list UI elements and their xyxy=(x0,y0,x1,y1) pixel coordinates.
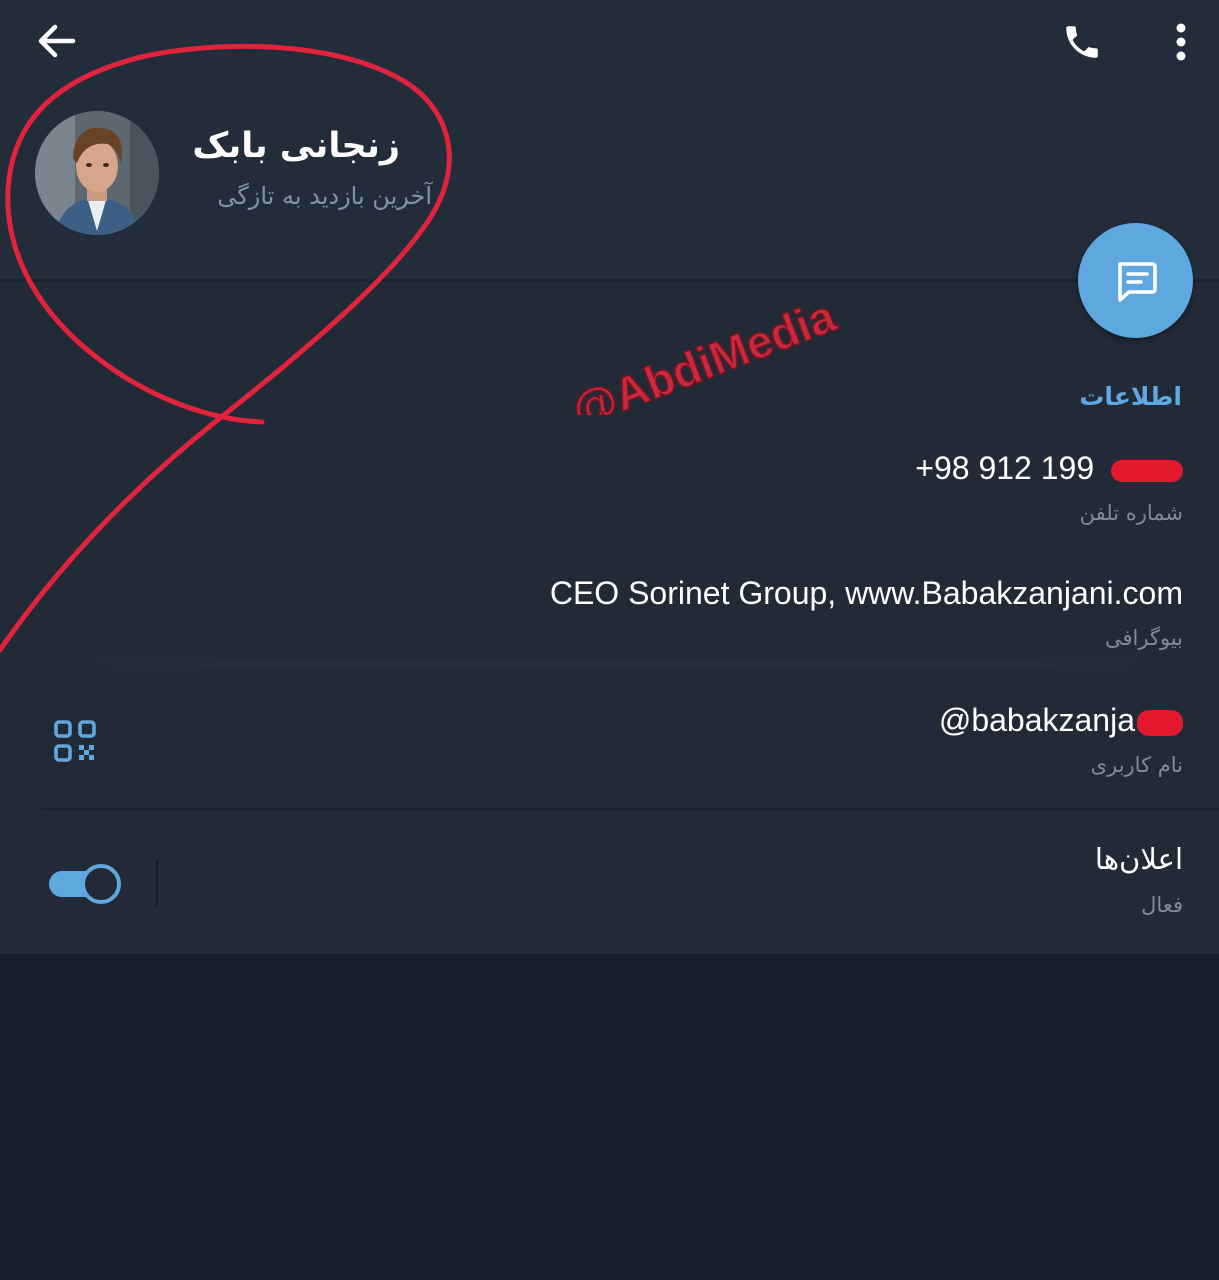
qr-code-button[interactable] xyxy=(52,718,98,764)
bio-label: بیوگرافی xyxy=(1105,626,1183,650)
username-text: @babakzanja xyxy=(938,702,1135,738)
back-button[interactable] xyxy=(28,18,84,64)
info-section: اطلاعات +98 912 199 شماره تلفن CEO Sorin… xyxy=(0,282,1219,954)
profile-screen: زنجانی بابک آخرین بازدید به تازگی اطلاعا… xyxy=(0,0,1219,1280)
call-button[interactable] xyxy=(1055,16,1109,68)
redaction-mark xyxy=(1111,459,1183,482)
profile-header: زنجانی بابک آخرین بازدید به تازگی xyxy=(0,0,1219,281)
profile-photo xyxy=(35,111,159,235)
notifications-title: اعلان‌ها xyxy=(1094,842,1183,876)
username-row[interactable]: @babakzanja نام کاربری xyxy=(0,694,1219,794)
toggle-separator xyxy=(156,860,158,906)
message-icon xyxy=(1117,261,1157,302)
bio-row[interactable]: CEO Sorinet Group, www.Babakzanjani.com … xyxy=(0,567,1219,667)
redaction-mark xyxy=(1137,709,1183,736)
toggle-knob xyxy=(81,864,121,904)
notifications-row[interactable]: اعلان‌ها فعال xyxy=(0,836,1219,936)
bio-value: CEO Sorinet Group, www.Babakzanjani.com xyxy=(549,575,1183,611)
section-divider xyxy=(42,808,1219,810)
phone-row[interactable]: +98 912 199 شماره تلفن xyxy=(0,442,1219,542)
more-options-button[interactable] xyxy=(1160,16,1202,68)
qr-code-icon xyxy=(54,720,96,762)
notifications-status: فعال xyxy=(1141,893,1183,917)
empty-area xyxy=(0,954,1219,1280)
last-seen-status: آخرین بازدید به تازگی xyxy=(217,182,432,210)
phone-icon xyxy=(1066,26,1098,58)
phone-number: +98 912 199 xyxy=(915,450,1095,486)
faint-divider xyxy=(0,658,1219,668)
avatar[interactable] xyxy=(35,111,159,235)
username-label: نام کاربری xyxy=(1090,753,1183,777)
more-vertical-icon xyxy=(1176,23,1186,61)
phone-value: +98 912 199 xyxy=(915,450,1183,487)
info-section-title: اطلاعات xyxy=(1079,382,1182,411)
arrow-left-icon xyxy=(38,24,76,58)
username-value: @babakzanja xyxy=(939,702,1183,739)
profile-name: زنجانی بابک xyxy=(192,126,400,166)
send-message-button[interactable] xyxy=(1078,223,1193,338)
notifications-toggle[interactable] xyxy=(49,864,121,904)
phone-label: شماره تلفن xyxy=(1079,501,1183,525)
